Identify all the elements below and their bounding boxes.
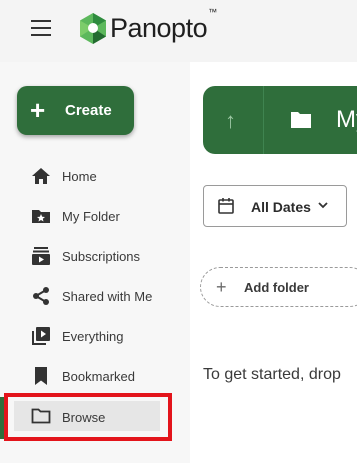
date-filter-label: All Dates xyxy=(251,199,311,215)
sidebar-item-label: Subscriptions xyxy=(62,249,141,264)
empty-state-message: To get started, drop xyxy=(203,366,341,383)
folder-title: My xyxy=(336,106,357,133)
star-folder-icon xyxy=(32,210,50,223)
chevron-down-icon xyxy=(318,202,328,209)
sidebar-item-everything[interactable]: Everything xyxy=(31,322,181,350)
panopto-logo-icon xyxy=(80,13,106,44)
up-level-button[interactable]: ↑ xyxy=(203,86,263,154)
bookmark-icon xyxy=(35,367,47,385)
brand-text: Panopto xyxy=(110,13,208,43)
hamburger-menu-icon[interactable] xyxy=(31,20,51,36)
sidebar-item-bookmarked[interactable]: Bookmarked xyxy=(31,362,181,390)
sidebar-item-label: Home xyxy=(62,169,97,184)
sidebar-item-subscriptions[interactable]: Subscriptions xyxy=(31,242,181,270)
sidebar-item-label: Everything xyxy=(62,329,124,344)
header-divider xyxy=(263,86,264,154)
folder-icon xyxy=(291,112,311,128)
arrow-up-icon: ↑ xyxy=(225,108,236,133)
share-icon xyxy=(33,287,49,305)
create-button-label: Create xyxy=(65,102,112,119)
add-folder-label: Add folder xyxy=(244,280,309,295)
highlight-box xyxy=(4,393,172,441)
calendar-icon xyxy=(218,198,234,214)
brand-name: Panopto™ xyxy=(110,7,217,44)
play-library-icon xyxy=(32,327,50,345)
sidebar-item-label: Bookmarked xyxy=(62,369,135,384)
top-bar: Panopto™ xyxy=(0,0,357,62)
sidebar-item-label: Shared with Me xyxy=(62,289,153,304)
date-filter-dropdown[interactable]: All Dates xyxy=(203,185,347,227)
plus-icon: + xyxy=(216,277,227,297)
home-icon xyxy=(32,168,50,184)
add-folder-button[interactable]: + Add folder xyxy=(200,267,357,307)
sidebar-item-shared-with-me[interactable]: Shared with Me xyxy=(31,282,181,310)
plus-icon: + xyxy=(30,95,46,125)
create-button[interactable]: + Create xyxy=(17,86,134,135)
subscriptions-icon xyxy=(32,247,50,265)
trademark-symbol: ™ xyxy=(208,7,217,17)
sidebar-item-home[interactable]: Home xyxy=(31,162,181,190)
sidebar-item-my-folder[interactable]: My Folder xyxy=(31,202,181,230)
sidebar-item-label: My Folder xyxy=(62,209,120,224)
